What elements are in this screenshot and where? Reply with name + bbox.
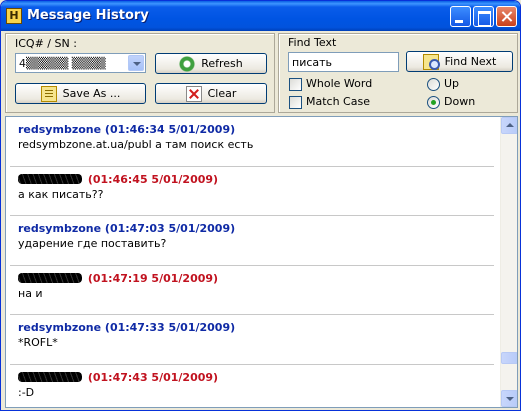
clear-x-icon [185,85,202,102]
message-item[interactable]: (01:47:43 5/01/2009) :-D [10,365,494,408]
match-case-label[interactable]: Match Case [306,95,370,108]
redacted-sender-scribble [18,371,82,382]
message-header: redsymbzone (01:47:03 5/01/2009) [18,222,235,235]
save-as-button[interactable]: Save As ... [15,83,146,104]
find-text-field[interactable] [289,53,398,71]
find-text-input[interactable] [288,52,399,72]
message-item[interactable]: (01:46:45 5/01/2009) а как писать?? [10,167,494,216]
message-text: на и [18,286,43,300]
save-as-button-label: Save As ... [62,87,121,100]
contact-select-value: 4▒▒▒▒▒ ▒▒▒▒ [19,57,106,70]
clear-button-label: Clear [207,87,237,100]
contact-panel: ICQ# / SN : 4▒▒▒▒▒ ▒▒▒▒ Refresh Save As … [5,33,275,113]
message-text: а как писать?? [18,187,104,201]
refresh-icon [179,55,196,72]
contact-select[interactable]: 4▒▒▒▒▒ ▒▒▒▒ [15,53,146,73]
direction-down-label[interactable]: Down [444,95,475,108]
clear-button[interactable]: Clear [155,83,267,104]
find-magnifier-icon [422,53,440,70]
message-header: redsymbzone (01:47:33 5/01/2009) [18,321,235,334]
title-bar[interactable]: H Message History [1,1,520,31]
direction-down-radio[interactable] [427,96,440,109]
message-header: redsymbzone (01:46:34 5/01/2009) [18,123,235,136]
match-case-checkbox[interactable] [289,96,302,109]
history-app-icon: H [6,8,22,24]
refresh-button-label: Refresh [201,57,243,70]
scrollbar-thumb[interactable] [501,352,517,364]
redacted-sender-scribble [18,173,82,184]
whole-word-label[interactable]: Whole Word [306,77,372,90]
message-item[interactable]: redsymbzone (01:47:03 5/01/2009) ударени… [10,216,494,266]
message-text: redsymbzone.at.ua/publ а там поиск есть [18,138,254,151]
message-timestamp: (01:47:19 5/01/2009) [87,271,219,285]
message-sender: redsymbzone [18,123,102,136]
message-history-list[interactable]: redsymbzone (01:46:34 5/01/2009) redsymb… [5,116,518,408]
message-header: (01:46:45 5/01/2009) [18,173,218,186]
message-text: ударение где поставить? [18,237,167,250]
message-text: :-D [18,385,35,399]
message-list: redsymbzone (01:46:34 5/01/2009) redsymb… [6,117,500,408]
contact-label: ICQ# / SN : [15,37,77,50]
find-text-label: Find Text [288,36,337,49]
message-item[interactable]: (01:47:19 5/01/2009) на и [10,266,494,315]
message-sender: redsymbzone [18,321,102,334]
message-item[interactable]: redsymbzone (01:46:34 5/01/2009) redsymb… [10,117,494,167]
minimize-button[interactable] [450,6,471,27]
message-timestamp: (01:47:33 5/01/2009) [104,321,236,334]
chevron-down-icon[interactable] [128,55,144,71]
direction-up-label[interactable]: Up [444,77,459,90]
direction-up-radio[interactable] [427,78,440,91]
find-panel: Find Text Find Next Whole Word Match Cas… [278,33,518,113]
scroll-up-arrow-icon[interactable] [501,117,517,134]
message-timestamp: (01:47:43 5/01/2009) [87,370,219,384]
find-next-button[interactable]: Find Next [406,51,513,72]
message-timestamp: (01:46:34 5/01/2009) [104,123,236,136]
redacted-sender-scribble [18,272,82,283]
message-header: (01:47:19 5/01/2009) [18,272,218,285]
maximize-button[interactable] [473,6,494,27]
message-header: (01:47:43 5/01/2009) [18,371,218,384]
whole-word-checkbox[interactable] [289,78,302,91]
message-timestamp: (01:47:03 5/01/2009) [104,222,236,235]
vertical-scrollbar[interactable] [500,117,517,407]
message-history-window: H Message History ICQ# / SN : 4▒▒▒▒▒ ▒▒▒… [0,0,521,411]
message-text: *ROFL* [18,336,58,349]
window-title: Message History [27,8,149,23]
refresh-button[interactable]: Refresh [155,53,267,74]
close-button[interactable] [496,6,517,27]
message-timestamp: (01:46:45 5/01/2009) [87,172,219,186]
save-document-icon [40,85,57,102]
message-sender: redsymbzone [18,222,102,235]
message-item[interactable]: redsymbzone (01:47:33 5/01/2009) *ROFL* [10,315,494,365]
find-next-button-label: Find Next [444,55,497,68]
scroll-down-arrow-icon[interactable] [501,390,517,407]
